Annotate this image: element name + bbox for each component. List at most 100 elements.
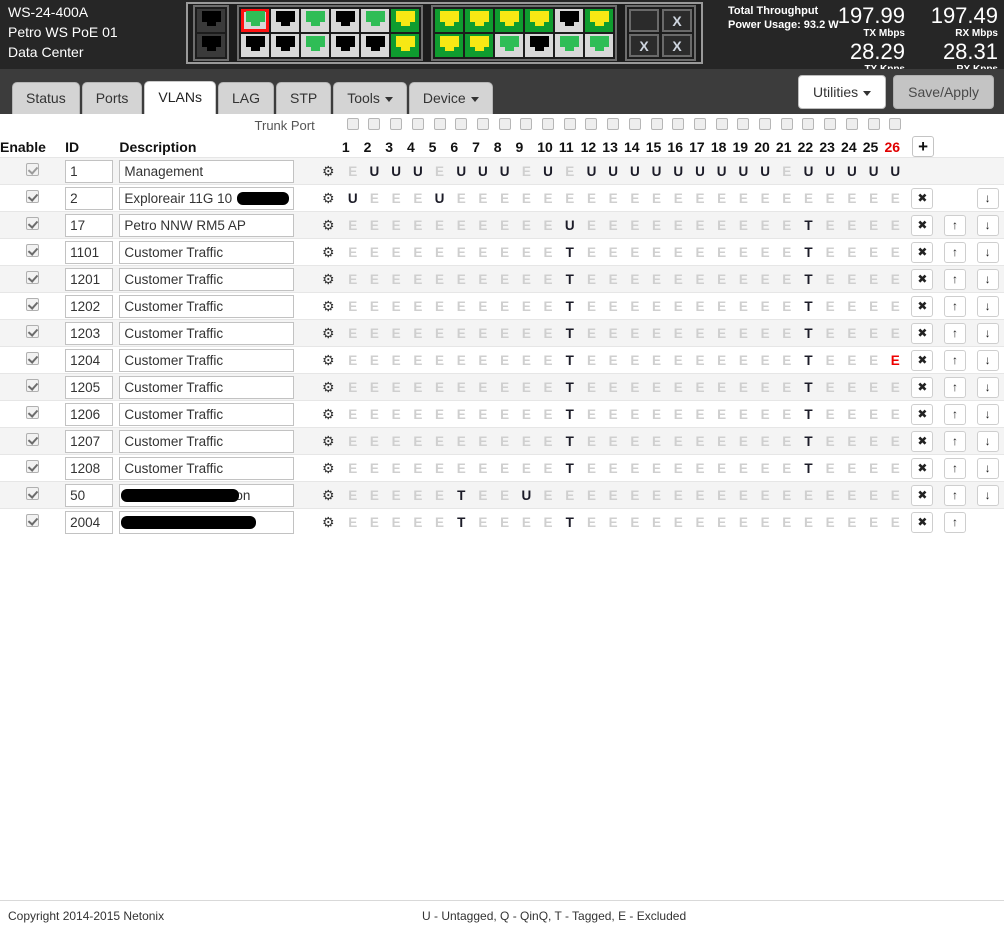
port-icon-g1-top-2[interactable] [271, 9, 299, 32]
delete-vlan-button[interactable]: ✖ [911, 430, 934, 452]
vlan-port-membership-19[interactable]: E [732, 481, 755, 509]
port-icon-g2-bottom-3[interactable] [495, 34, 523, 57]
vlan-port-membership-17[interactable]: E [689, 184, 711, 212]
vlan-port-membership-24[interactable]: E [841, 427, 863, 455]
move-up-button[interactable]: ↑ [943, 214, 966, 236]
vlan-port-membership-8[interactable]: E [493, 400, 516, 428]
vlan-port-membership-14[interactable]: E [624, 400, 646, 428]
vlan-id-input[interactable] [65, 402, 114, 426]
vlan-port-membership-17[interactable]: E [689, 292, 711, 320]
port-icon-g2-bottom-5[interactable] [555, 34, 583, 57]
vlan-port-membership-14[interactable]: E [624, 238, 646, 266]
port-icon-g2-top-5[interactable] [555, 9, 583, 32]
move-down-button[interactable]: ↓ [976, 187, 999, 209]
vlan-port-membership-21[interactable]: E [775, 373, 798, 401]
vlan-port-membership-22[interactable]: T [797, 292, 820, 320]
vlan-port-membership-13[interactable]: E [602, 292, 624, 320]
gear-icon[interactable]: ⚙ [322, 245, 335, 259]
vlan-port-membership-9[interactable]: E [515, 292, 538, 320]
vlan-port-membership-19[interactable]: E [732, 238, 755, 266]
vlan-enable-checkbox[interactable] [26, 190, 40, 203]
vlan-description-input[interactable] [119, 375, 295, 399]
vlan-port-membership-18[interactable]: E [710, 292, 733, 320]
vlan-port-membership-16[interactable]: E [667, 184, 690, 212]
vlan-port-membership-2[interactable]: E [363, 400, 386, 428]
vlan-port-membership-23[interactable]: E [819, 427, 842, 455]
trunk-checkbox-port-5[interactable] [433, 117, 446, 130]
vlan-port-membership-10[interactable]: E [537, 454, 559, 482]
vlan-enable-checkbox[interactable] [26, 244, 40, 257]
vlan-port-membership-20[interactable]: E [754, 319, 776, 347]
delete-vlan-button[interactable]: ✖ [911, 349, 934, 371]
vlan-description-input[interactable] [119, 321, 295, 345]
vlan-port-membership-14[interactable]: E [624, 211, 646, 239]
vlan-port-membership-15[interactable]: E [645, 292, 668, 320]
vlan-port-membership-3[interactable]: E [385, 238, 407, 266]
vlan-port-membership-12[interactable]: E [580, 319, 603, 347]
vlan-port-membership-18[interactable]: E [710, 211, 733, 239]
vlan-port-membership-26[interactable]: E [884, 211, 907, 239]
vlan-port-membership-5[interactable]: E [428, 211, 451, 239]
vlan-port-membership-22[interactable]: E [797, 184, 820, 212]
vlan-port-membership-20[interactable]: E [754, 373, 776, 401]
vlan-port-membership-16[interactable]: E [667, 292, 690, 320]
vlan-port-membership-4[interactable]: E [406, 346, 429, 374]
vlan-port-membership-12[interactable]: E [580, 238, 603, 266]
delete-vlan-button[interactable]: ✖ [911, 457, 934, 479]
vlan-port-membership-7[interactable]: E [472, 481, 494, 509]
vlan-port-membership-5[interactable]: E [428, 292, 451, 320]
vlan-port-membership-21[interactable]: E [775, 400, 798, 428]
vlan-port-membership-13[interactable]: E [602, 265, 624, 293]
vlan-port-membership-23[interactable]: U [819, 157, 842, 185]
vlan-port-membership-7[interactable]: E [472, 373, 494, 401]
vlan-port-membership-18[interactable]: E [710, 481, 733, 509]
vlan-port-membership-9[interactable]: E [515, 238, 538, 266]
port-icon-g1-top-6[interactable] [391, 9, 419, 32]
vlan-port-membership-6[interactable]: E [450, 454, 473, 482]
gear-icon[interactable]: ⚙ [322, 164, 335, 178]
vlan-port-membership-17[interactable]: E [689, 454, 711, 482]
vlan-port-membership-11[interactable]: E [558, 481, 581, 509]
vlan-port-membership-26[interactable]: E [884, 184, 907, 212]
vlan-enable-checkbox[interactable] [26, 379, 40, 392]
vlan-id-input[interactable] [65, 240, 114, 264]
vlan-port-membership-15[interactable]: E [645, 319, 668, 347]
vlan-port-membership-8[interactable]: E [493, 454, 516, 482]
trunk-checkbox-port-19[interactable] [737, 117, 750, 130]
vlan-port-membership-11[interactable]: T [558, 346, 581, 374]
move-up-button[interactable]: ↑ [943, 268, 966, 290]
vlan-port-membership-7[interactable]: E [472, 508, 494, 536]
delete-vlan-button[interactable]: ✖ [911, 322, 934, 344]
port-icon-g1-top-3[interactable] [301, 9, 329, 32]
vlan-port-membership-20[interactable]: E [754, 238, 776, 266]
vlan-id-input[interactable] [65, 375, 114, 399]
vlan-port-membership-17[interactable]: E [689, 481, 711, 509]
gear-icon[interactable]: ⚙ [322, 515, 335, 529]
vlan-port-membership-24[interactable]: E [841, 211, 863, 239]
vlan-port-membership-20[interactable]: E [754, 427, 776, 455]
vlan-port-membership-15[interactable]: E [645, 400, 668, 428]
move-up-button[interactable]: ↑ [943, 322, 966, 344]
vlan-port-membership-10[interactable]: E [537, 184, 559, 212]
vlan-port-membership-20[interactable]: E [754, 400, 776, 428]
vlan-description-input[interactable] [119, 429, 295, 453]
trunk-checkbox-port-20[interactable] [759, 117, 772, 130]
vlan-port-membership-4[interactable]: E [406, 454, 429, 482]
move-down-button[interactable]: ↓ [976, 430, 999, 452]
vlan-port-membership-4[interactable]: E [406, 238, 429, 266]
vlan-port-membership-15[interactable]: E [645, 373, 668, 401]
trunk-checkbox-port-11[interactable] [563, 117, 576, 130]
vlan-port-membership-21[interactable]: E [775, 346, 798, 374]
delete-vlan-button[interactable]: ✖ [911, 214, 934, 236]
vlan-port-membership-11[interactable]: E [558, 184, 581, 212]
vlan-port-membership-7[interactable]: E [472, 427, 494, 455]
vlan-port-membership-24[interactable]: E [841, 265, 863, 293]
vlan-port-membership-17[interactable]: E [689, 319, 711, 347]
move-down-button[interactable]: ↓ [976, 403, 999, 425]
vlan-port-membership-26[interactable]: E [884, 427, 907, 455]
vlan-port-membership-1[interactable]: E [341, 373, 364, 401]
vlan-port-membership-12[interactable]: E [580, 265, 603, 293]
vlan-port-membership-1[interactable]: E [341, 265, 364, 293]
vlan-port-membership-9[interactable]: E [515, 319, 538, 347]
move-up-button[interactable]: ↑ [943, 430, 966, 452]
